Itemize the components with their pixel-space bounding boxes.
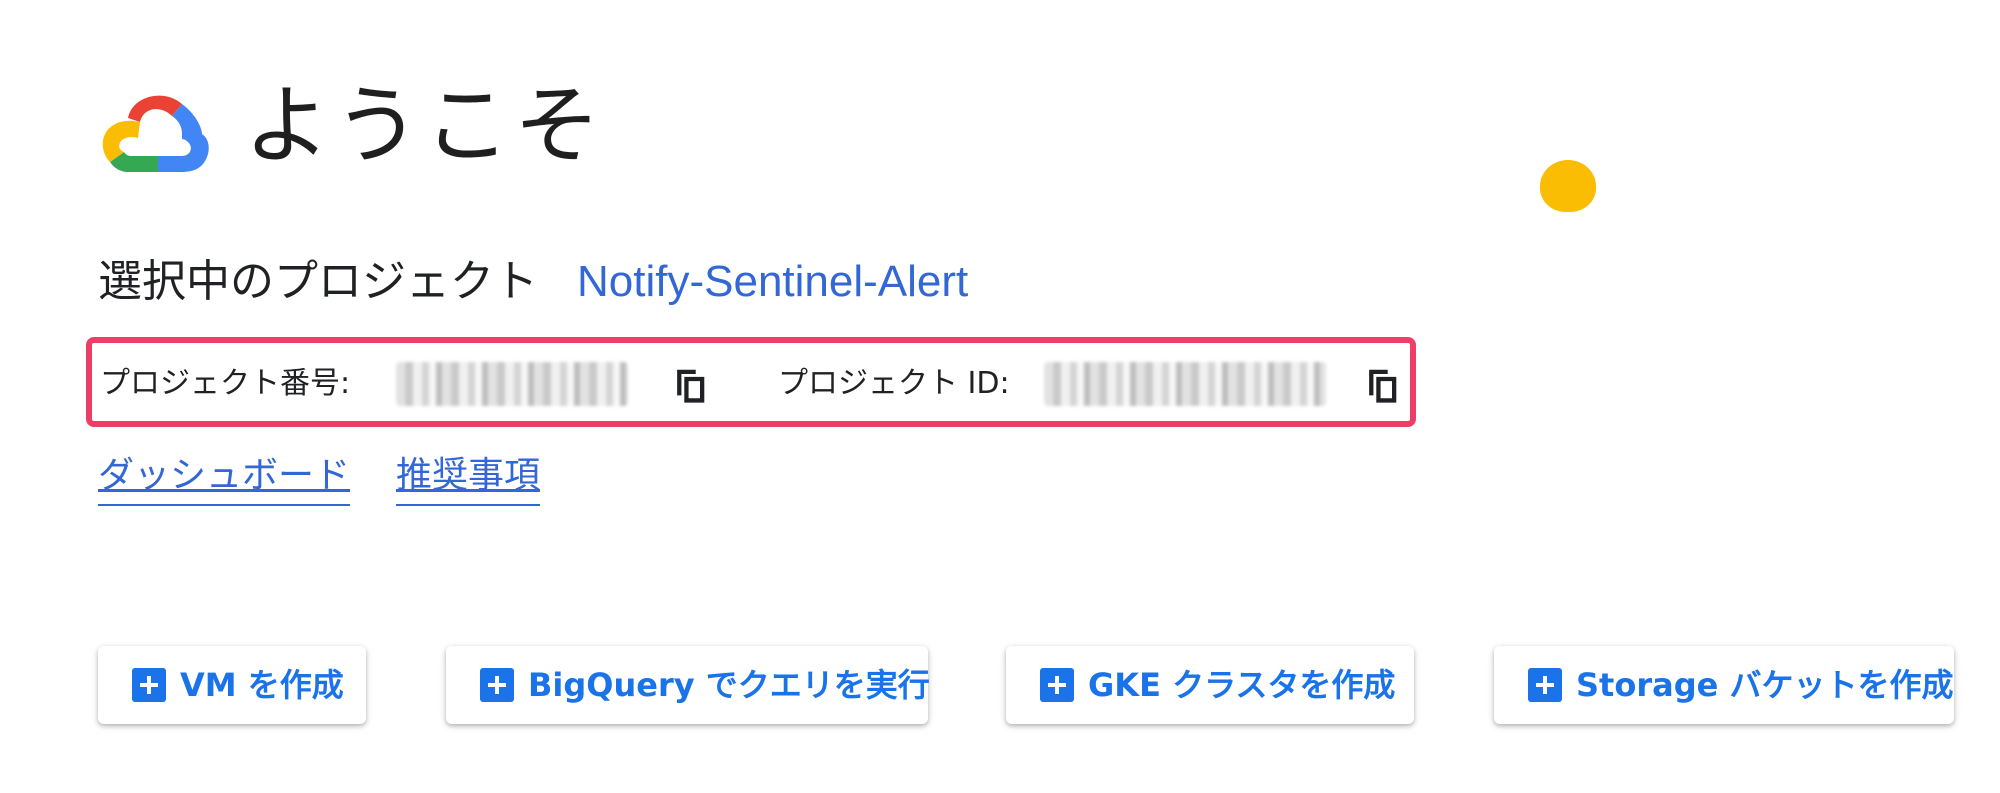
create-vm-button[interactable]: VM を作成: [98, 646, 366, 724]
create-storage-bucket-button[interactable]: Storage バケットを作成: [1494, 646, 1954, 724]
project-number-value-redacted: [396, 362, 628, 406]
add-box-icon: [1528, 668, 1562, 702]
project-id-value-redacted: [1044, 362, 1326, 406]
yellow-blob-icon: [1540, 160, 1596, 212]
project-number-label: プロジェクト番号:: [100, 366, 351, 401]
add-box-icon: [132, 668, 166, 702]
create-storage-bucket-button-label: Storage バケットを作成: [1576, 666, 1954, 704]
selected-project-label: 選択中のプロジェクト: [98, 256, 538, 307]
add-box-icon: [480, 668, 514, 702]
selected-project-link[interactable]: Notify-Sentinel-Alert: [577, 252, 968, 312]
project-id-label: プロジェクト ID:: [778, 366, 1010, 401]
run-bigquery-button[interactable]: BigQuery でクエリを実行: [446, 646, 930, 724]
run-bigquery-button-label: BigQuery でクエリを実行: [528, 666, 930, 704]
copy-project-id-icon[interactable]: [1364, 364, 1400, 404]
copy-project-number-icon[interactable]: [672, 364, 708, 404]
add-box-icon: [1040, 668, 1074, 702]
google-cloud-logo-icon: [102, 95, 209, 172]
dashboard-link[interactable]: ダッシュボード: [98, 452, 351, 506]
page-title: ようこそ: [244, 76, 604, 176]
create-vm-button-label: VM を作成: [180, 666, 344, 704]
create-gke-cluster-button-label: GKE クラスタを作成: [1088, 666, 1396, 704]
recommendations-link[interactable]: 推奨事項: [396, 452, 541, 506]
create-gke-cluster-button[interactable]: GKE クラスタを作成: [1006, 646, 1414, 724]
